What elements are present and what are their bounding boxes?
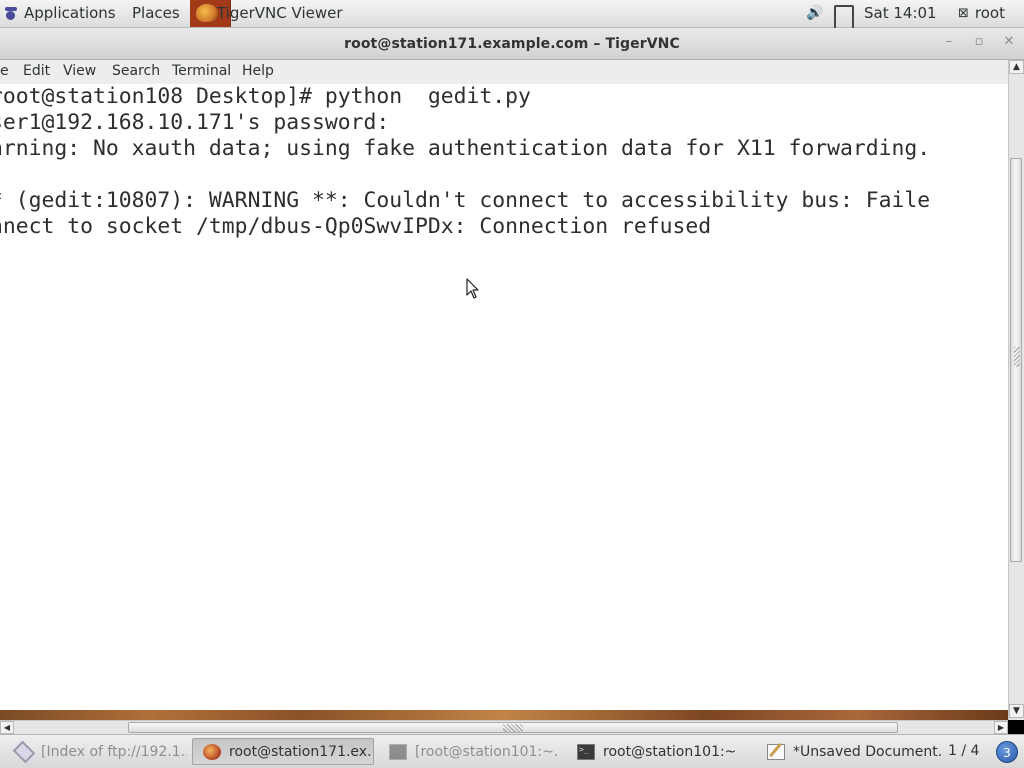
top-panel: Applications Places TigerVNC Viewer 🔊 Sa…	[0, 0, 1024, 36]
menu-help[interactable]: Help	[242, 60, 274, 86]
tigervnc-icon	[203, 743, 221, 760]
terminal-menubar: e Edit View Search Terminal Help	[0, 60, 1008, 84]
terminal-icon	[389, 743, 407, 760]
text-editor-icon	[767, 743, 785, 760]
horizontal-scrollbar[interactable]: ◀ ▶	[0, 720, 1008, 734]
web-icon	[12, 740, 36, 763]
taskbar-item-terminal-minimized[interactable]: [root@station101:~...	[378, 738, 560, 765]
horizontal-scroll-thumb[interactable]	[128, 722, 898, 733]
menu-view[interactable]: View	[63, 60, 96, 86]
menu-terminal[interactable]: Terminal	[172, 60, 231, 86]
window-title: root@station171.example.com – TigerVNC	[344, 36, 680, 52]
menu-edit[interactable]: Edit	[23, 60, 50, 86]
menu-search[interactable]: Search	[112, 60, 160, 86]
maximize-button[interactable]: ▫	[968, 31, 990, 53]
user-menu[interactable]: ⊠ root	[958, 0, 1005, 27]
taskbar-item-ftp-browser[interactable]: [Index of ftp://192.1...	[2, 738, 188, 765]
window-titlebar[interactable]: root@station171.example.com – TigerVNC –…	[0, 28, 1024, 60]
taskbar-item-tigervnc[interactable]: root@station171.ex...	[192, 738, 374, 765]
taskbar-item-label: [Index of ftp://192.1...	[41, 743, 188, 760]
user-label: root	[974, 4, 1005, 22]
taskbar-item-label: *Unsaved Document...	[793, 743, 942, 760]
scroll-down-arrow-icon[interactable]: ▼	[1009, 704, 1024, 718]
minimize-button[interactable]: –	[938, 31, 960, 53]
window-list-taskbar: [Index of ftp://192.1... root@station171…	[0, 734, 1024, 768]
scrollbar-corner	[1008, 720, 1024, 734]
tigervnc-app-menu[interactable]: TigerVNC Viewer	[190, 0, 357, 27]
taskbar-item-terminal[interactable]: root@station101:~	[566, 738, 750, 765]
speaker-icon[interactable]: 🔊	[806, 0, 823, 27]
close-button[interactable]: ✕	[998, 31, 1020, 53]
desktop-wallpaper	[0, 710, 1008, 720]
places-menu[interactable]: Places	[132, 0, 180, 27]
applications-menu[interactable]: Applications	[4, 0, 116, 27]
scroll-up-arrow-icon[interactable]: ▲	[1009, 60, 1024, 74]
scroll-left-arrow-icon[interactable]: ◀	[0, 721, 14, 734]
scroll-grip-icon	[503, 724, 523, 732]
terminal-line: ser1@192.168.10.171's password:	[0, 110, 390, 135]
terminal-icon	[577, 743, 595, 760]
clock[interactable]: Sat 14:01	[864, 0, 937, 27]
taskbar-item-label: root@station101:~	[603, 743, 737, 760]
terminal-line: * (gedit:10807): WARNING **: Couldn't co…	[0, 188, 931, 213]
taskbar-item-label: root@station171.ex...	[229, 743, 374, 760]
scroll-grip-icon	[1014, 347, 1020, 367]
tigervnc-app-label: TigerVNC Viewer	[217, 4, 343, 22]
terminal-line: arning: No xauth data; using fake authen…	[0, 136, 931, 161]
applications-label: Applications	[24, 4, 116, 22]
vertical-scrollbar[interactable]: ▲ ▼	[1008, 60, 1024, 720]
user-icon: ⊠	[958, 6, 969, 21]
terminal-line: root@station108 Desktop]# python gedit.p…	[0, 84, 531, 109]
taskbar-item-label: [root@station101:~...	[415, 743, 560, 760]
notification-badge[interactable]: 3	[996, 741, 1018, 763]
gnome-foot-icon	[4, 6, 18, 21]
mouse-pointer-icon	[466, 278, 479, 299]
vertical-scroll-thumb[interactable]	[1010, 158, 1022, 562]
scroll-right-arrow-icon[interactable]: ▶	[994, 721, 1008, 734]
menu-file[interactable]: e	[0, 60, 9, 86]
terminal-output[interactable]: root@station108 Desktop]# python gedit.p…	[0, 84, 1008, 710]
taskbar-item-text-editor[interactable]: *Unsaved Document...	[756, 738, 942, 765]
workspace-switcher[interactable]: 1 / 4	[948, 743, 979, 759]
terminal-line: nnect to socket /tmp/dbus-Qp0SwvIPDx: Co…	[0, 214, 712, 239]
